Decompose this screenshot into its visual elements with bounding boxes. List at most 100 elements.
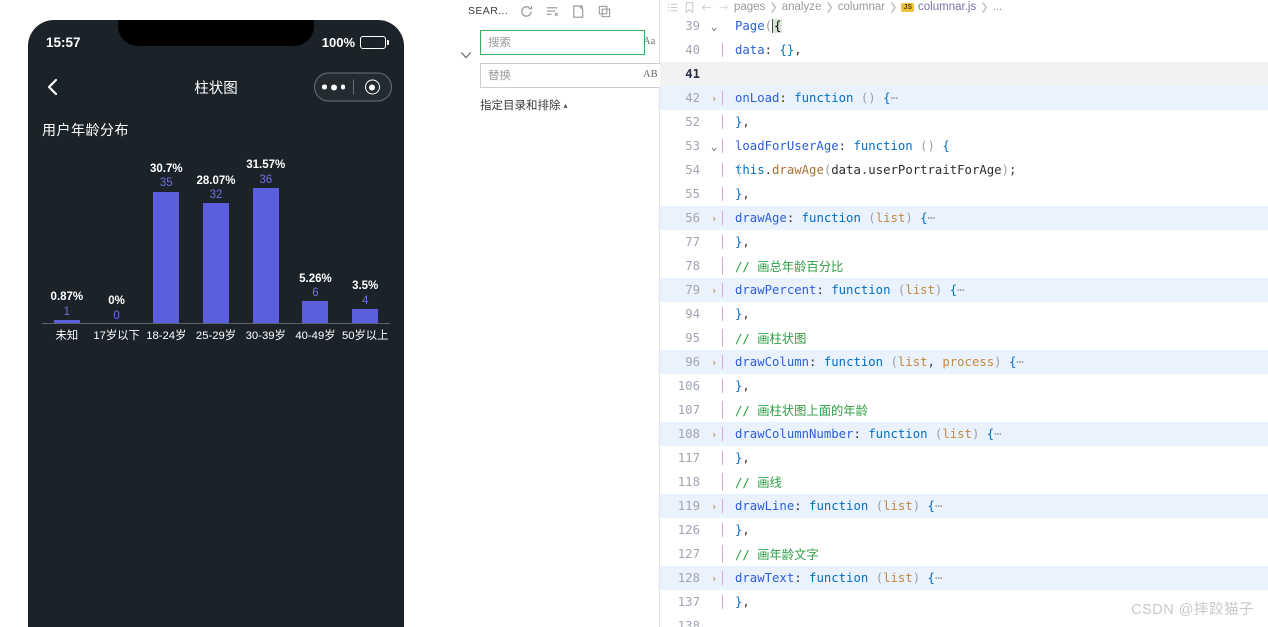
- forward-arrow-icon[interactable]: [717, 1, 730, 14]
- code-token: ,: [742, 379, 750, 393]
- search-body: Aa Abl .* AB 指定目录和排除 ▴: [450, 22, 693, 113]
- code-text: },: [722, 451, 750, 465]
- code-line[interactable]: 117 },: [660, 446, 1268, 470]
- code-line[interactable]: 40 data: {},: [660, 38, 1268, 62]
- search-input-wrapper[interactable]: Aa Abl .*: [480, 30, 693, 55]
- code-line[interactable]: 108 › drawColumnNumber: function (list) {…: [660, 422, 1268, 446]
- fold-collapsed-icon[interactable]: ›: [706, 572, 722, 585]
- code-text: // 画线: [722, 473, 782, 491]
- line-number: 56: [685, 211, 700, 225]
- preserve-case-icon[interactable]: AB: [642, 70, 659, 81]
- match-case-icon[interactable]: Aa: [642, 37, 656, 48]
- fold-collapsed-icon[interactable]: ›: [706, 356, 722, 369]
- code-token: {: [772, 19, 783, 33]
- code-token: {}: [779, 43, 795, 57]
- bar-percent-label: 3.5%: [352, 280, 379, 293]
- indent-guide: [739, 163, 740, 177]
- breadcrumb-item-file[interactable]: columnar.js: [918, 1, 976, 13]
- code-token: // 画柱状图上面的年龄: [735, 404, 868, 418]
- code-content: },: [722, 235, 1268, 249]
- new-search-editor-icon[interactable]: [571, 4, 586, 19]
- breadcrumb-item-analyze[interactable]: analyze: [782, 1, 822, 13]
- code-line[interactable]: 54 this.drawAge(data.userPortraitForAge)…: [660, 158, 1268, 182]
- files-to-include-label: 指定目录和排除: [480, 100, 561, 112]
- replace-input-wrapper[interactable]: AB: [480, 63, 664, 88]
- x-axis-tick-label: 未知: [55, 330, 79, 342]
- indent-guide: [722, 139, 723, 153]
- code-token: function: [823, 355, 884, 369]
- more-dots-icon[interactable]: [315, 84, 353, 90]
- chevron-down-icon[interactable]: [459, 48, 473, 62]
- code-text: loadForUserAge: function () {: [722, 139, 950, 153]
- fold-expanded-icon[interactable]: ⌄: [706, 20, 722, 33]
- line-number: 126: [677, 523, 700, 537]
- code-line[interactable]: 79 › drawPercent: function (list) {⋯: [660, 278, 1268, 302]
- bar-percent-label: 28.07%: [196, 174, 236, 187]
- code-text: data: {},: [722, 43, 802, 57]
- outline-icon[interactable]: [666, 1, 679, 14]
- code-line[interactable]: 94 },: [660, 302, 1268, 326]
- clear-results-icon[interactable]: [545, 4, 560, 19]
- fold-collapsed-icon[interactable]: ›: [706, 92, 722, 105]
- refresh-icon[interactable]: [519, 4, 534, 19]
- fold-collapsed-icon[interactable]: ›: [706, 284, 722, 297]
- code-token: drawPercent: [735, 283, 817, 297]
- code-line[interactable]: 127 // 画年龄文字: [660, 542, 1268, 566]
- bookmark-icon[interactable]: [683, 1, 696, 14]
- code-line[interactable]: 55 },: [660, 182, 1268, 206]
- code-line[interactable]: 56 › drawAge: function (list) {⋯: [660, 206, 1268, 230]
- bar-percent-label: 0.87%: [50, 291, 84, 304]
- wechat-capsule-button[interactable]: [314, 72, 392, 102]
- code-content: onLoad: function () {⋯: [722, 91, 1268, 105]
- code-token: // 画年龄文字: [735, 548, 819, 562]
- code-line[interactable]: 53 ⌄ loadForUserAge: function () {: [660, 134, 1268, 158]
- code-token: (): [860, 91, 876, 105]
- code-line[interactable]: 77 },: [660, 230, 1268, 254]
- breadcrumb-item-columnar[interactable]: columnar: [838, 1, 885, 13]
- code-line[interactable]: 39 ⌄ Page({: [660, 14, 1268, 38]
- back-arrow-icon[interactable]: [700, 1, 713, 14]
- breadcrumb-item-pages[interactable]: pages: [734, 1, 765, 13]
- code-line[interactable]: 42 › onLoad: function () {⋯: [660, 86, 1268, 110]
- code-line[interactable]: 52 },: [660, 110, 1268, 134]
- chevron-left-icon[interactable]: [42, 76, 64, 98]
- code-line[interactable]: 78 // 画总年龄百分比: [660, 254, 1268, 278]
- breadcrumb-overflow[interactable]: ...: [993, 1, 1003, 13]
- indent-guide: [722, 163, 723, 177]
- code-editor[interactable]: 39 ⌄ Page({40 data: {}, 41 42 › onLoad: funct…: [660, 14, 1268, 627]
- files-to-include-toggle[interactable]: 指定目录和排除 ▴: [480, 97, 645, 113]
- fold-collapsed-icon[interactable]: ›: [706, 212, 722, 225]
- code-content: },: [722, 523, 1268, 537]
- code-line[interactable]: 128 › drawText: function (list) {⋯: [660, 566, 1268, 590]
- app-root: 15:57 100% 柱状图 用户年龄分布 0.87% 1 0% 0 30.7%…: [0, 0, 1268, 627]
- code-line[interactable]: 119 › drawLine: function (list) {⋯: [660, 494, 1268, 518]
- code-token: ,: [742, 235, 750, 249]
- line-number: 119: [677, 499, 700, 513]
- search-input[interactable]: [488, 36, 642, 49]
- code-line[interactable]: 96 › drawColumn: function (list, process)…: [660, 350, 1268, 374]
- code-line[interactable]: 106 },: [660, 374, 1268, 398]
- code-token: list: [942, 427, 972, 441]
- code-token: function: [794, 91, 854, 105]
- fold-collapsed-icon[interactable]: ›: [706, 500, 722, 513]
- replace-input[interactable]: [488, 69, 642, 82]
- target-circle-icon[interactable]: [354, 79, 392, 95]
- code-token: drawColumnNumber: [735, 427, 854, 441]
- fold-expanded-icon[interactable]: ⌄: [706, 140, 722, 153]
- code-content: drawAge: function (list) {⋯: [722, 211, 1268, 225]
- fold-collapsed-icon[interactable]: ›: [706, 428, 722, 441]
- code-line[interactable]: 118 // 画线: [660, 470, 1268, 494]
- code-line[interactable]: 95 // 画柱状图: [660, 326, 1268, 350]
- indent-guide: [722, 43, 723, 57]
- collapse-all-icon[interactable]: [597, 4, 612, 19]
- line-number: 127: [677, 547, 700, 561]
- indent-guide: [722, 523, 723, 537]
- code-token: {: [920, 211, 928, 225]
- code-line[interactable]: 107 // 画柱状图上面的年龄: [660, 398, 1268, 422]
- code-line[interactable]: 41: [660, 62, 1268, 86]
- code-line[interactable]: 126 },: [660, 518, 1268, 542]
- breadcrumb[interactable]: pages ❯ analyze ❯ columnar ❯ JS columnar…: [660, 0, 1268, 14]
- code-text: },: [722, 379, 750, 393]
